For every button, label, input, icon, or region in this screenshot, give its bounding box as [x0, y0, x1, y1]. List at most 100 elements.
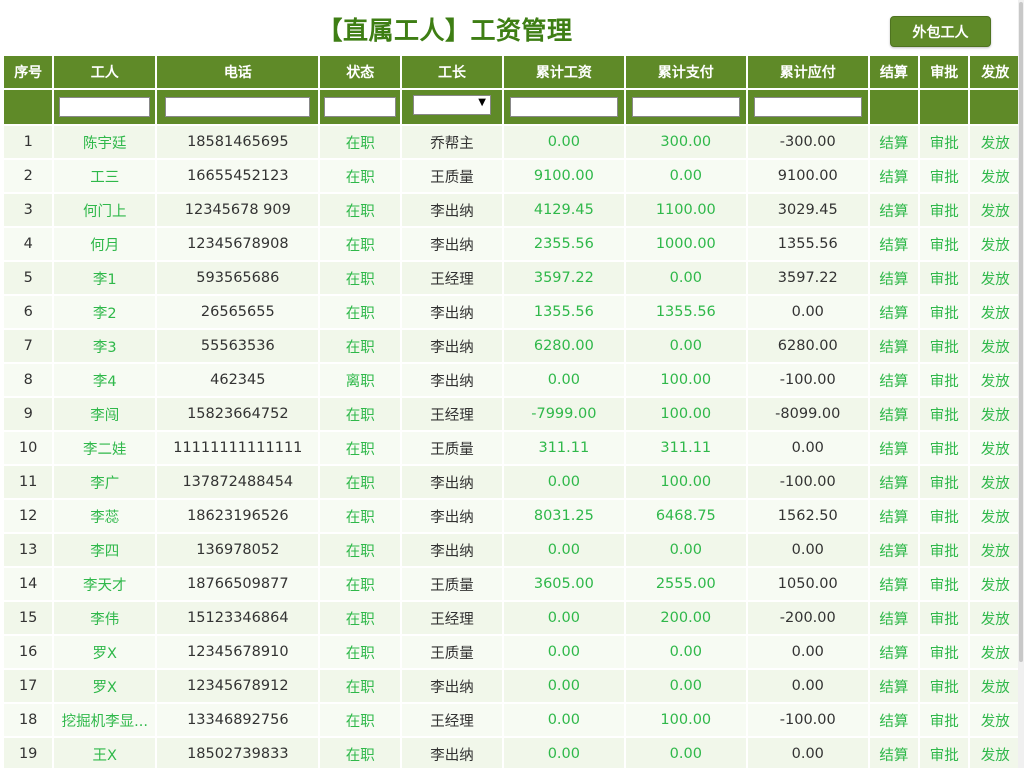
settle-link[interactable]: 结算 — [879, 272, 908, 288]
table-row: 15 李伟 15123346864 在职 王经理 0.00 200.00 -200.00 结算 审… — [4, 602, 1020, 634]
approve-link[interactable]: 审批 — [930, 442, 959, 458]
approve-link[interactable]: 审批 — [930, 272, 959, 288]
column-header-foreman[interactable]: 工长 — [402, 56, 502, 88]
approve-link[interactable]: 审批 — [930, 374, 959, 390]
approve-link[interactable]: 审批 — [930, 306, 959, 322]
total-wage-filter-input[interactable] — [509, 97, 618, 118]
worker-name-link[interactable]: 李伟 — [90, 608, 119, 629]
approve-link[interactable]: 审批 — [930, 646, 959, 662]
settle-link[interactable]: 结算 — [879, 408, 908, 424]
worker-name-link[interactable]: 李二娃 — [83, 438, 127, 459]
worker-filter-input[interactable] — [59, 97, 151, 118]
settle-link[interactable]: 结算 — [879, 544, 908, 560]
issue-link[interactable]: 发放 — [981, 374, 1010, 390]
issue-link[interactable]: 发放 — [981, 476, 1010, 492]
issue-link[interactable]: 发放 — [981, 544, 1010, 560]
scrollbar-thumb[interactable] — [1019, 2, 1023, 662]
worker-name-link[interactable]: 李2 — [93, 302, 117, 323]
settle-link[interactable]: 结算 — [879, 714, 908, 730]
approve-link[interactable]: 审批 — [930, 408, 959, 424]
issue-link[interactable]: 发放 — [981, 714, 1010, 730]
column-header-status[interactable]: 状态 — [320, 56, 401, 88]
worker-name-link[interactable]: 李广 — [90, 472, 119, 493]
approve-link[interactable]: 审批 — [930, 238, 959, 254]
approve-link[interactable]: 审批 — [930, 476, 959, 492]
approve-link[interactable]: 审批 — [930, 714, 959, 730]
worker-name-link[interactable]: 李4 — [93, 370, 117, 391]
issue-link[interactable]: 发放 — [981, 680, 1010, 696]
worker-name-link[interactable]: 李1 — [93, 268, 117, 289]
settle-link[interactable]: 结算 — [879, 340, 908, 356]
issue-link[interactable]: 发放 — [981, 578, 1010, 594]
issue-link[interactable]: 发放 — [981, 510, 1010, 526]
outsource-workers-button[interactable]: 外包工人 — [890, 16, 991, 47]
settle-link[interactable]: 结算 — [879, 238, 908, 254]
settle-link[interactable]: 结算 — [879, 442, 908, 458]
settle-link[interactable]: 结算 — [879, 476, 908, 492]
worker-name-link[interactable]: 罗X — [93, 642, 117, 663]
worker-name-link[interactable]: 李四 — [90, 540, 119, 561]
worker-name-link[interactable]: 陈宇廷 — [83, 132, 127, 153]
issue-link[interactable]: 发放 — [981, 646, 1010, 662]
settle-link[interactable]: 结算 — [879, 374, 908, 390]
status-cell: 离职 — [345, 373, 375, 390]
approve-link[interactable]: 审批 — [930, 612, 959, 628]
issue-link[interactable]: 发放 — [981, 340, 1010, 356]
foreman-filter-select[interactable]: ▼ — [412, 95, 491, 115]
settle-link[interactable]: 结算 — [879, 170, 908, 186]
approve-link[interactable]: 审批 — [930, 170, 959, 186]
issue-link[interactable]: 发放 — [981, 612, 1010, 628]
total-wage-cell: 0.00 — [547, 134, 580, 150]
status-filter-input[interactable] — [324, 97, 397, 118]
settle-link[interactable]: 结算 — [879, 646, 908, 662]
worker-name-link[interactable]: 王X — [93, 744, 117, 765]
issue-link[interactable]: 发放 — [981, 442, 1010, 458]
settle-link[interactable]: 结算 — [879, 510, 908, 526]
settle-link[interactable]: 结算 — [879, 748, 908, 764]
worker-name-link[interactable]: 罗X — [93, 676, 117, 697]
approve-link[interactable]: 审批 — [930, 544, 959, 560]
worker-name-link[interactable]: 李3 — [93, 336, 117, 357]
approve-link[interactable]: 审批 — [930, 510, 959, 526]
approve-link[interactable]: 审批 — [930, 340, 959, 356]
settle-link[interactable]: 结算 — [879, 612, 908, 628]
approve-link[interactable]: 审批 — [930, 748, 959, 764]
approve-link[interactable]: 审批 — [930, 578, 959, 594]
issue-link[interactable]: 发放 — [981, 408, 1010, 424]
vertical-scrollbar[interactable] — [1018, 0, 1024, 768]
settle-link[interactable]: 结算 — [879, 680, 908, 696]
phone-cell: 12345678 909 — [184, 202, 291, 218]
settle-link[interactable]: 结算 — [879, 306, 908, 322]
worker-name-link[interactable]: 李闯 — [90, 404, 119, 425]
approve-link[interactable]: 审批 — [930, 204, 959, 220]
issue-link[interactable]: 发放 — [981, 204, 1010, 220]
issue-link[interactable]: 发放 — [981, 306, 1010, 322]
column-header-phone[interactable]: 电话 — [157, 56, 319, 88]
phone-filter-input[interactable] — [165, 97, 311, 118]
issue-link[interactable]: 发放 — [981, 748, 1010, 764]
column-header-total-wage[interactable]: 累计工资 — [503, 56, 624, 88]
column-header-worker[interactable]: 工人 — [54, 56, 156, 88]
column-header-total-paid[interactable]: 累计支付 — [625, 56, 746, 88]
issue-link[interactable]: 发放 — [981, 170, 1010, 186]
approve-link[interactable]: 审批 — [930, 136, 959, 152]
row-number: 13 — [18, 542, 38, 558]
total-payable-cell: -8099.00 — [775, 406, 841, 422]
settle-link[interactable]: 结算 — [879, 136, 908, 152]
worker-name-link[interactable]: 何月 — [90, 234, 119, 255]
issue-link[interactable]: 发放 — [981, 272, 1010, 288]
total-paid-filter-input[interactable] — [631, 97, 740, 118]
column-header-no[interactable]: 序号 — [4, 56, 53, 88]
total-payable-filter-input[interactable] — [753, 97, 862, 118]
worker-name-link[interactable]: 挖掘机李显... — [62, 710, 148, 731]
settle-link[interactable]: 结算 — [879, 204, 908, 220]
worker-name-link[interactable]: 李天才 — [83, 574, 127, 595]
issue-link[interactable]: 发放 — [981, 136, 1010, 152]
issue-link[interactable]: 发放 — [981, 238, 1010, 254]
approve-link[interactable]: 审批 — [930, 680, 959, 696]
worker-name-link[interactable]: 工三 — [90, 166, 119, 187]
worker-name-link[interactable]: 何门上 — [83, 200, 127, 221]
column-header-total-payable[interactable]: 累计应付 — [747, 56, 868, 88]
worker-name-link[interactable]: 李蕊 — [90, 506, 119, 527]
settle-link[interactable]: 结算 — [879, 578, 908, 594]
